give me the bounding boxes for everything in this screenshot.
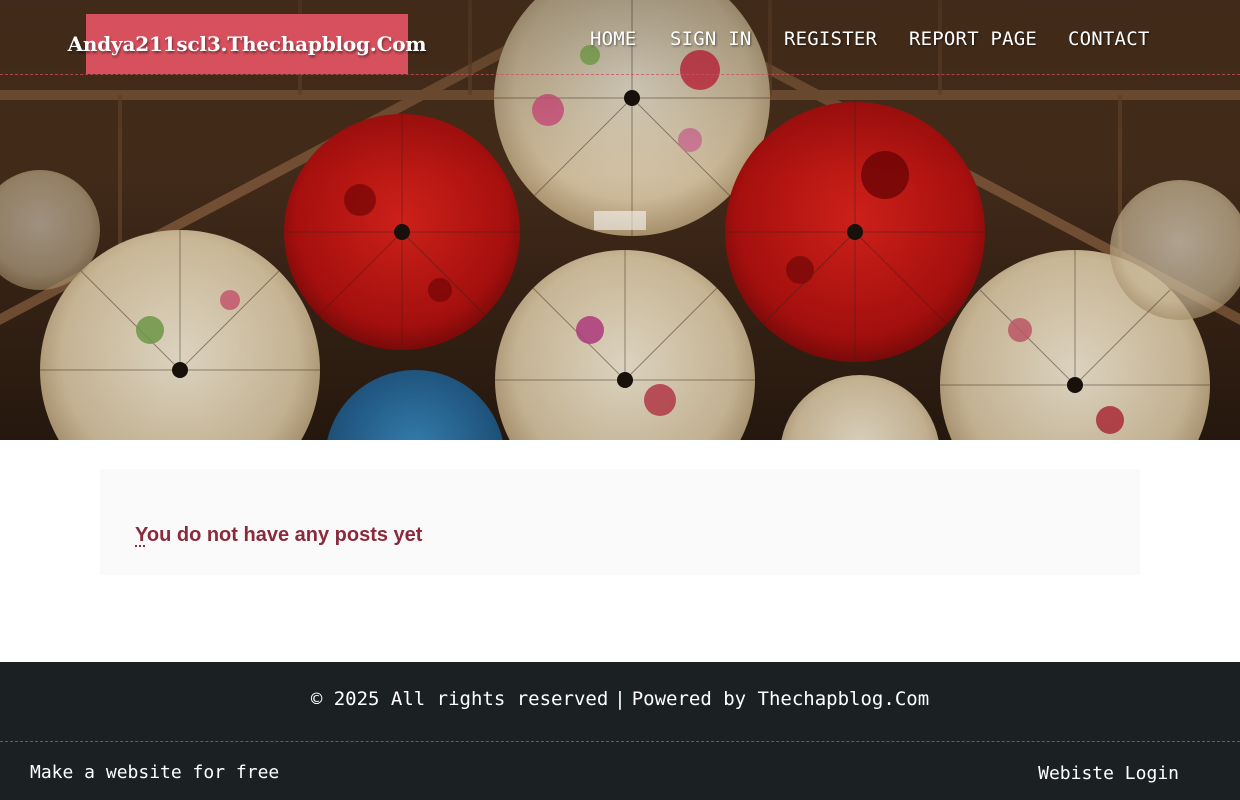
site-header: Andya211scl3.Thechapblog.Com HOME SIGN I… (0, 0, 1240, 75)
empty-posts-text: ou do not have any posts yet (146, 524, 423, 546)
empty-posts-first-letter: Y (135, 524, 147, 546)
website-login-link[interactable]: Webiste Login (1038, 763, 1179, 784)
empty-posts-message: You do not have any posts yet (135, 524, 422, 547)
copyright-separator: | (614, 688, 626, 710)
nav-item-register[interactable]: REGISTER (784, 28, 877, 50)
powered-by-text: Powered by Thechapblog.Com (631, 688, 930, 710)
footer-divider (0, 741, 1240, 742)
main-nav: HOME SIGN IN REGISTER REPORT PAGE CONTAC… (0, 28, 1240, 56)
hero-badge (594, 211, 646, 230)
nav-item-home[interactable]: HOME (590, 28, 637, 50)
nav-item-contact[interactable]: CONTACT (1068, 28, 1149, 50)
posts-container: You do not have any posts yet (100, 469, 1140, 575)
make-website-link[interactable]: Make a website for free (30, 762, 279, 783)
footer-copyright: © 2025 All rights reserved | Powered by Th… (0, 688, 1240, 710)
nav-item-report-page[interactable]: REPORT PAGE (909, 28, 1037, 50)
nav-item-sign-in[interactable]: SIGN IN (670, 28, 751, 50)
site-footer: © 2025 All rights reserved | Powered by Th… (0, 662, 1240, 800)
copyright-text: © 2025 All rights reserved (310, 688, 609, 710)
